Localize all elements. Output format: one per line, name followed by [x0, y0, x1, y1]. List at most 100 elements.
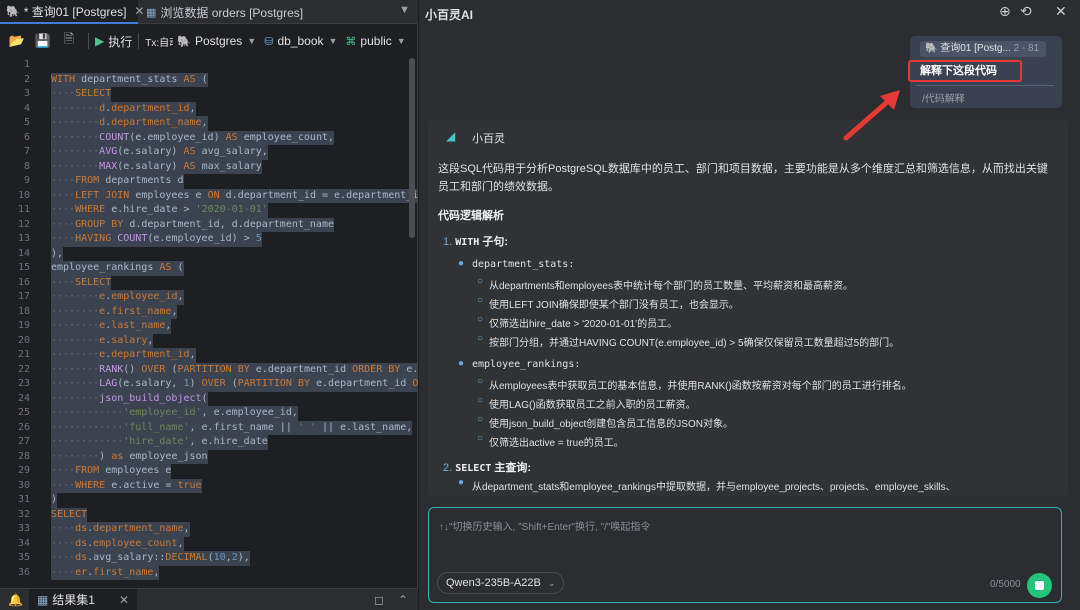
- list-item: ○ 使用LEFT JOIN确保即使某个部门没有员工，也会显示。: [477, 295, 739, 311]
- table-icon: ▦: [146, 6, 157, 19]
- line-number: 25: [17, 407, 30, 418]
- context-popup: 🐘 查询01 [Postg... 2 - 81 解释下这段代码 /代码解释: [908, 36, 1062, 108]
- bot-logo-icon: ◢: [446, 129, 456, 143]
- code-line: ····er.first_name,: [51, 565, 160, 580]
- line-number: 21: [17, 349, 30, 360]
- history-icon[interactable]: ⟲: [1020, 3, 1032, 20]
- code-line: ········e.salary,: [51, 333, 154, 348]
- line-number: 30: [17, 479, 30, 491]
- code-line: ····WHERE e.hire_date > '2020-01-01': [51, 203, 268, 218]
- line-number: 17: [17, 291, 30, 302]
- code-line: ········json_build_object(: [51, 391, 208, 406]
- line-number: 22: [17, 363, 30, 375]
- annotation-arrow: [843, 90, 900, 141]
- item-label: employee_rankings:: [472, 359, 581, 370]
- result-tab[interactable]: ▦ 结果集1 ✕: [28, 588, 138, 610]
- bot-name: 小百灵: [472, 133, 505, 145]
- list-item: ○ 仅筛选出hire_date > '2020-01-01'的员工。: [477, 314, 678, 330]
- code-line: ········AVG(e.salary) AS avg_salary,: [51, 145, 268, 160]
- database-label: db_book: [277, 34, 324, 48]
- line-number: 1: [23, 59, 30, 70]
- collapse-icon[interactable]: ⌃: [398, 593, 408, 607]
- line-number: 4: [23, 102, 30, 114]
- code-line: ),: [51, 246, 64, 261]
- tab-query01-label: * 查询01 [Postgres]: [23, 4, 127, 19]
- save-icon[interactable]: 💾: [30, 33, 56, 49]
- bullet-icon: ●: [458, 358, 465, 369]
- line-number: 28: [17, 450, 30, 462]
- item-title: 主查询:: [491, 462, 532, 474]
- model-select[interactable]: Qwen3-235B-A22B ⌄: [437, 572, 565, 594]
- section-title: 代码逻辑解析: [438, 210, 504, 222]
- line-number: 24: [17, 392, 30, 404]
- item-text: 仅筛选出active = true的员工。: [489, 438, 624, 449]
- code-line: ····ds.department_name,: [51, 522, 190, 537]
- chat-input-box[interactable]: ↑↓"切换历史输入, "Shift+Enter"换行, "/"唤起指令 Qwen…: [428, 507, 1062, 603]
- maximize-icon[interactable]: ◻: [374, 593, 384, 607]
- postgres-icon: 🐘: [6, 5, 20, 18]
- chevron-down-icon: ▼: [328, 36, 338, 46]
- close-icon[interactable]: ✕: [1055, 3, 1067, 20]
- divider: [916, 85, 1054, 86]
- list-item: ○ 按部门分组，并通过HAVING COUNT(e.employee_id) > …: [477, 333, 899, 349]
- list-number: 2.: [443, 462, 453, 474]
- list-item: ○ 使用LAG()函数获取员工之前入职的员工薪资。: [477, 395, 696, 411]
- bullet-icon: ○: [477, 295, 484, 306]
- schema-select[interactable]: ⌘ public ▼: [345, 34, 413, 48]
- connection-select[interactable]: 🐘 Postgres ▼: [177, 34, 264, 48]
- tab-browse-orders[interactable]: ▦ 浏览数据 orders [Postgres]: [142, 0, 303, 24]
- line-number: 34: [17, 537, 30, 549]
- bullet-icon: ○: [477, 395, 484, 406]
- save-as-icon[interactable]: 🗎: [56, 30, 82, 52]
- line-number: 23: [17, 378, 30, 389]
- code-editor[interactable]: 1 2 WITH department_stats AS ( 3 ····SELEC…: [0, 58, 418, 586]
- stop-icon: [1035, 581, 1044, 590]
- char-counter: 0/5000: [990, 579, 1021, 590]
- close-icon[interactable]: ✕: [119, 593, 129, 607]
- editor-toolbar: 📂 💾 🗎 ▶ 执行 Tx:自动 🐘 Postgres ▼ ⛁ db_book …: [0, 28, 418, 54]
- line-number: 29: [17, 465, 30, 476]
- item-text: 仅筛选出hire_date > '2020-01-01'的员工。: [489, 319, 678, 330]
- line-number: 27: [17, 436, 30, 447]
- sql-editor-pane: 🐘 * 查询01 [Postgres] ✕ ▦ 浏览数据 orders [Pos…: [0, 0, 418, 610]
- new-chat-icon[interactable]: ⊕: [999, 3, 1011, 20]
- tab-query01[interactable]: 🐘 * 查询01 [Postgres] ✕: [0, 0, 144, 24]
- schema-label: public: [360, 34, 392, 48]
- code-line: ····SELECT: [51, 275, 112, 290]
- item-code: SELECT: [455, 463, 492, 474]
- editor-scrollbar[interactable]: [409, 58, 415, 238]
- code-line: ····ds.avg_salary::DECIMAL(10,2),: [51, 551, 250, 566]
- chevron-down-icon[interactable]: ▼: [399, 4, 410, 16]
- code-line: ····HAVING COUNT(e.employee_id) > 5: [51, 232, 262, 247]
- line-number: 16: [17, 276, 30, 288]
- context-chip-label: 查询01 [Postg...: [940, 43, 1011, 54]
- bullet-icon: ○: [477, 433, 484, 444]
- open-folder-icon[interactable]: 📂: [4, 33, 30, 49]
- panel-title: 小百灵AI: [425, 8, 474, 22]
- line-number: 35: [17, 552, 30, 563]
- list-item: ○ 从departments和employees表中统计每个部门的员工数量、平均薪…: [477, 276, 853, 292]
- bullet-icon: ○: [477, 314, 484, 325]
- bell-icon[interactable]: 🔔: [8, 593, 23, 607]
- execute-button[interactable]: ▶ 执行: [95, 33, 132, 50]
- database-select[interactable]: ⛁ db_book ▼: [264, 34, 345, 48]
- send-button[interactable]: [1027, 573, 1052, 598]
- result-tab-label: 结果集1: [52, 593, 95, 607]
- ai-assistant-panel: 小百灵AI ⊕ ⟲ ✕ 🐘 查询01 [Postg... 2 - 81 解释下这…: [419, 0, 1080, 610]
- chat-input-placeholder[interactable]: ↑↓"切换历史输入, "Shift+Enter"换行, "/"唤起指令: [439, 518, 650, 533]
- line-number: 31: [17, 494, 30, 505]
- item-text: 使用LEFT JOIN确保即使某个部门没有员工，也会显示。: [489, 300, 739, 311]
- code-line: WITH department_stats AS (: [51, 72, 208, 87]
- line-number: 19: [17, 320, 30, 331]
- line-number: 32: [17, 508, 30, 520]
- slash-command[interactable]: /代码解释: [922, 90, 965, 105]
- code-line: ········e.first_name,: [51, 304, 178, 319]
- transaction-mode[interactable]: Tx:自动: [145, 34, 173, 49]
- item-text: 使用json_build_object创建包含员工信息的JSON对象。: [489, 419, 733, 430]
- chevron-down-icon: ▼: [247, 36, 257, 46]
- line-number: 10: [17, 189, 30, 201]
- bullet-icon: ●: [458, 258, 465, 269]
- line-number: 20: [17, 334, 30, 346]
- context-chip[interactable]: 🐘 查询01 [Postg... 2 - 81: [920, 41, 1046, 57]
- explain-code-option[interactable]: 解释下这段代码: [908, 60, 1022, 82]
